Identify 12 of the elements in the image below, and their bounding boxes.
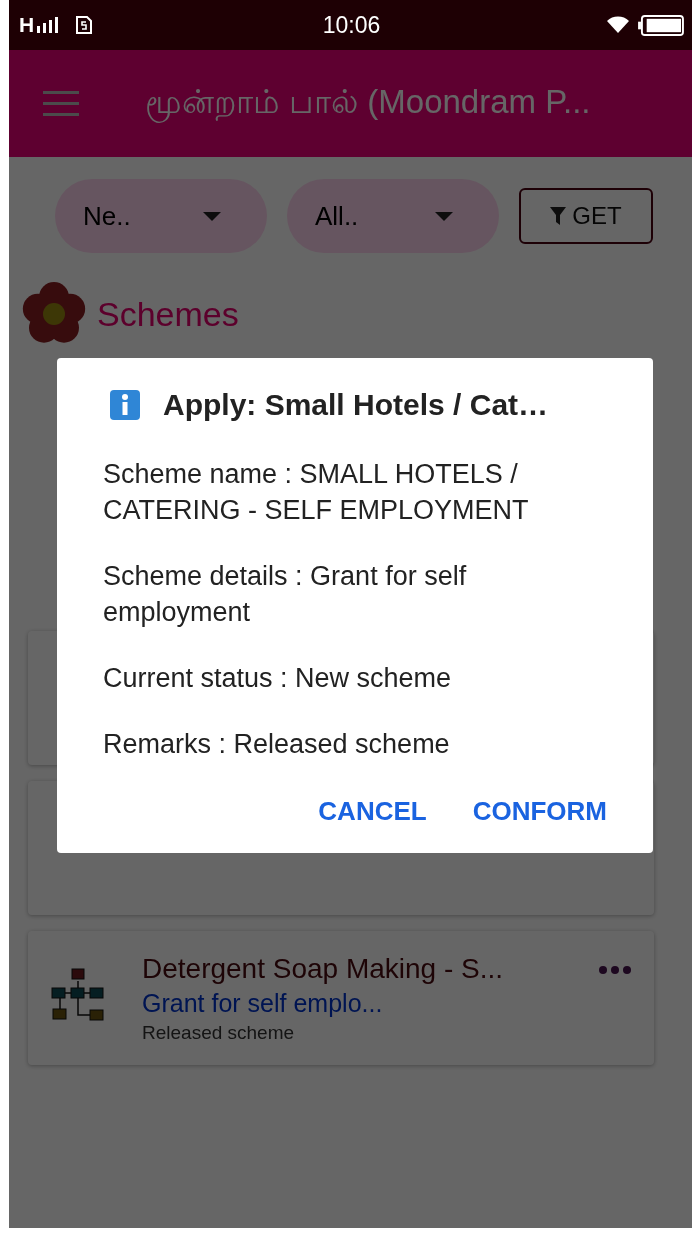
network-type: H (19, 13, 35, 37)
scheme-remarks: Released scheme (142, 1021, 296, 1044)
dialog-text: Scheme details : Grant for self employment (103, 560, 468, 629)
scheme-subtitle: Grant for self emplo... (142, 988, 384, 1018)
app-title: மூன்றாம் பால் (Moondram P... (145, 82, 591, 125)
dialog-text: Remarks : Released scheme (103, 728, 451, 761)
dialog-title: Apply: Small Hotels / Cat… (163, 388, 549, 422)
scheme-title: Detergent Soap Making - S... (142, 952, 505, 985)
clock: 10:06 (322, 11, 381, 39)
dialog-text: Scheme name : SMALL HOTELS / CATERING - SELF EMPLOYMENT (103, 458, 530, 527)
section-title: Schemes (97, 294, 239, 334)
dialog-text: Current status : New scheme (103, 662, 453, 695)
